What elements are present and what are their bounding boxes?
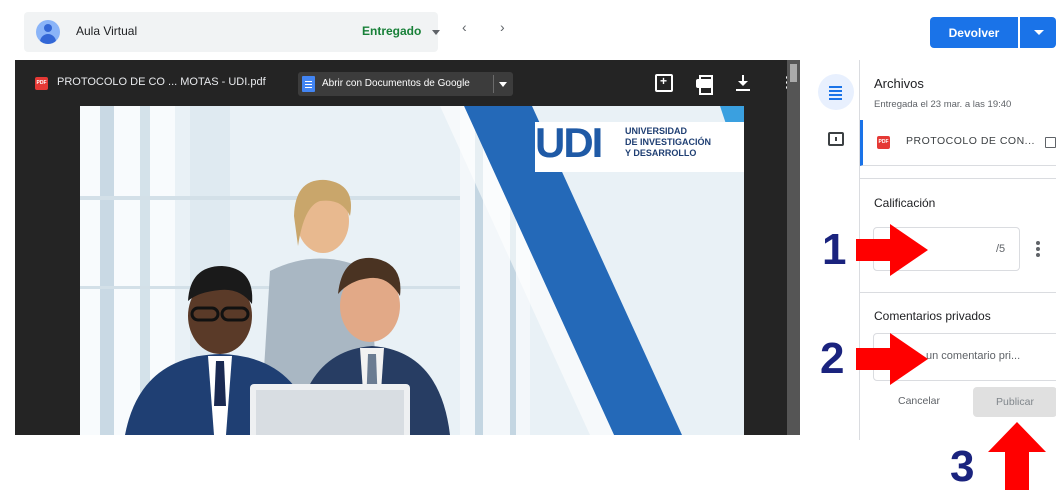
divider	[860, 292, 1056, 293]
classroom-grading-screen: Aula Virtual Entregado ‹ › Devolver PDF …	[0, 0, 1056, 490]
submission-date: Entregada el 23 mar. a las 19:40	[874, 99, 1012, 110]
file-name: PROTOCOLO DE CO ... MOTAS - UDI.pdf	[57, 76, 266, 88]
step-number-3: 3	[950, 442, 975, 490]
institution-line-2: DE INVESTIGACIÓN	[625, 137, 712, 147]
print-icon[interactable]	[695, 74, 713, 95]
divider	[860, 178, 1056, 179]
chevron-left-icon[interactable]: ‹	[462, 20, 467, 34]
divider	[493, 75, 494, 93]
institution-line-3: Y DESARROLLO	[625, 148, 697, 158]
google-docs-icon	[302, 76, 315, 92]
cancel-button[interactable]: Cancelar	[898, 395, 940, 407]
submission-status: Entregado	[362, 24, 422, 38]
red-arrow-right-icon	[856, 333, 928, 385]
open-external-icon[interactable]	[1045, 137, 1056, 148]
download-icon[interactable]	[734, 74, 752, 92]
grade-max: /5	[996, 243, 1006, 255]
institution-line-1: UNIVERSIDAD	[625, 126, 688, 136]
chevron-down-icon[interactable]	[432, 30, 440, 35]
viewer-scrollbar[interactable]	[787, 60, 800, 435]
comment-placeholder: un comentario pri...	[926, 350, 1021, 362]
step-number-2: 2	[820, 334, 845, 383]
open-with-label: Abrir con Documentos de Google	[322, 78, 470, 89]
chevron-right-icon[interactable]: ›	[500, 20, 505, 34]
student-selector[interactable]: Aula Virtual Entregado	[24, 12, 440, 52]
avatar-icon	[36, 20, 60, 44]
viewer-toolbar: PDF PROTOCOLO DE CO ... MOTAS - UDI.pdf …	[15, 60, 800, 106]
attachment-name: PROTOCOLO DE CON...	[906, 135, 1035, 147]
chevron-down-icon[interactable]	[499, 82, 507, 87]
private-comments-title: Comentarios privados	[874, 309, 991, 323]
udi-logo: UDI UNIVERSIDAD DE INVESTIGACIÓN Y DESAR…	[535, 120, 715, 172]
return-options-button[interactable]	[1020, 17, 1056, 48]
pdf-viewer: PDF PROTOCOLO DE CO ... MOTAS - UDI.pdf …	[15, 60, 800, 435]
logo-mark: UDI	[535, 119, 603, 166]
more-vert-icon[interactable]	[1036, 241, 1040, 245]
pdf-file-icon: PDF	[877, 136, 890, 149]
attachment-item[interactable]: PDF PROTOCOLO DE CON...	[860, 120, 1056, 166]
grade-title: Calificación	[874, 196, 936, 210]
files-tab-icon[interactable]	[818, 74, 854, 110]
scroll-thumb[interactable]	[790, 64, 797, 82]
student-name: Aula Virtual	[76, 24, 138, 38]
red-arrow-right-icon	[856, 224, 928, 276]
pdf-file-icon: PDF	[35, 77, 48, 90]
return-button[interactable]: Devolver	[930, 17, 1018, 48]
publish-button[interactable]: Publicar	[973, 387, 1056, 417]
pdf-page: UDI UNIVERSIDAD DE INVESTIGACIÓN Y DESAR…	[80, 106, 744, 435]
step-number-1: 1	[822, 225, 847, 274]
files-title: Archivos	[874, 76, 924, 91]
open-with-button[interactable]: Abrir con Documentos de Google	[298, 72, 513, 96]
comments-tab-icon[interactable]	[828, 132, 844, 146]
red-arrow-up-icon	[988, 422, 1046, 490]
comment-add-icon[interactable]	[655, 74, 673, 92]
